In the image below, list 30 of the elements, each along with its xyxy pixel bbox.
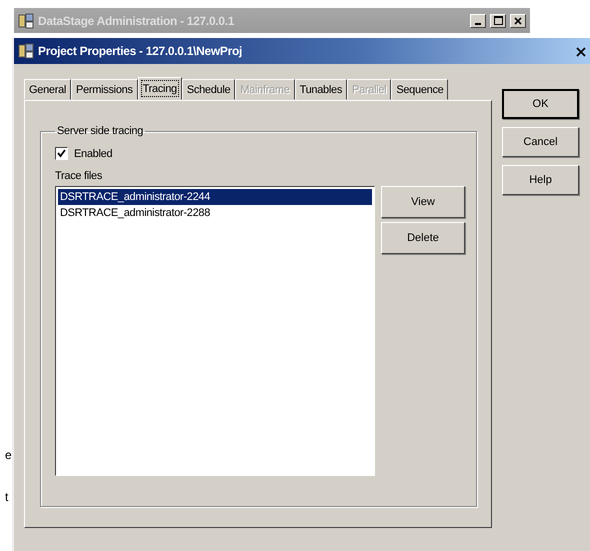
cancel-button[interactable]: Cancel <box>502 127 579 157</box>
close-button[interactable] <box>510 14 526 28</box>
close-icon <box>514 16 522 24</box>
tab[interactable]: Schedule <box>182 79 236 100</box>
tab[interactable]: Sequence <box>391 79 448 100</box>
minimize-icon <box>475 22 481 24</box>
window-title: DataStage Administration - 127.0.0.1 <box>38 14 236 28</box>
maximize-button[interactable] <box>490 14 506 28</box>
checkbox-label: Enabled <box>74 148 112 160</box>
close-icon <box>576 47 586 57</box>
list-item[interactable]: DSRTRACE_administrator-2244 <box>58 189 372 205</box>
enabled-checkbox[interactable] <box>55 147 68 160</box>
minimize-button[interactable] <box>470 14 486 28</box>
ok-button[interactable]: OK <box>502 89 579 119</box>
maximize-icon <box>494 16 502 25</box>
list-label: Trace files <box>55 170 104 182</box>
tab[interactable]: General <box>24 79 72 100</box>
text-fragment: t <box>5 490 8 504</box>
app-icon <box>18 43 34 59</box>
delete-button[interactable]: Delete <box>381 222 465 254</box>
group-title: Server side tracing <box>56 125 144 137</box>
tab[interactable]: Permissions <box>71 79 138 100</box>
view-button[interactable]: View <box>381 186 465 218</box>
tab[interactable]: Tracing <box>138 77 182 100</box>
dialog-title: Project Properties - 127.0.0.1\NewProj <box>38 44 242 58</box>
help-button[interactable]: Help <box>502 165 579 195</box>
list-item[interactable]: DSRTRACE_administrator-2288 <box>58 205 372 221</box>
tab[interactable]: Tunables <box>294 79 348 100</box>
app-icon <box>18 12 34 28</box>
text-fragment: e <box>5 448 12 462</box>
